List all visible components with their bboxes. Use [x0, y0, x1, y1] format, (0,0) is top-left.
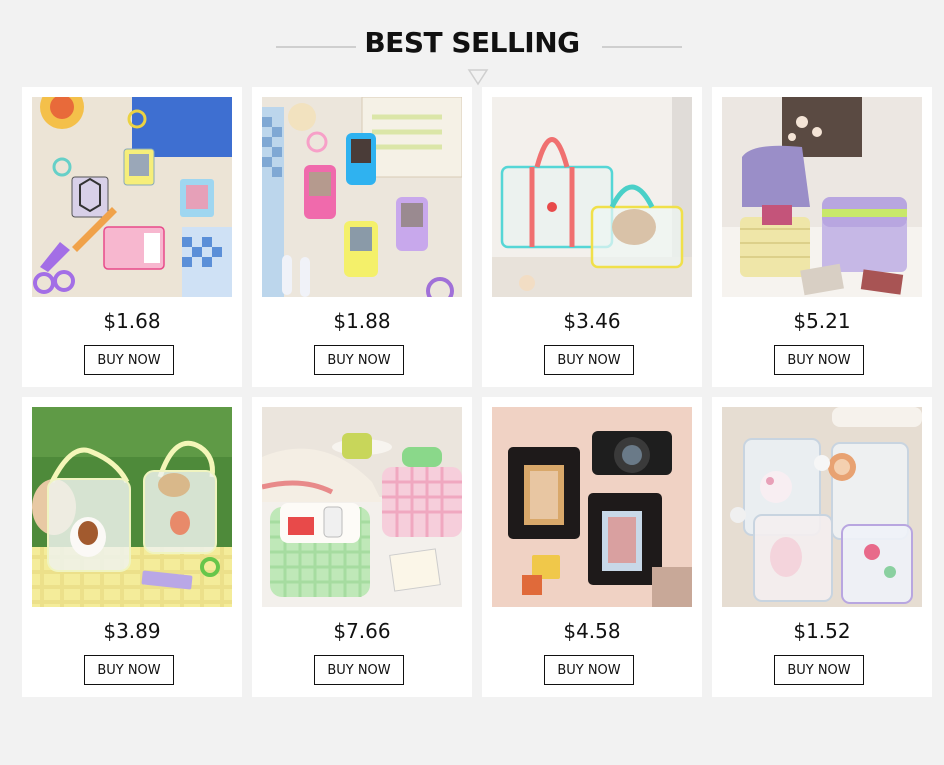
product-image[interactable] [722, 97, 922, 297]
product-card[interactable]: $4.58 BUY NOW [482, 397, 702, 697]
product-card[interactable]: $3.46 BUY NOW [482, 87, 702, 387]
triangle-down-icon [467, 69, 489, 86]
product-card[interactable]: $3.89 BUY NOW [22, 397, 242, 697]
product-image[interactable] [492, 97, 692, 297]
section-title: BEST SELLING [364, 26, 580, 59]
buy-now-button[interactable]: BUY NOW [314, 345, 404, 375]
product-price: $1.68 [103, 309, 161, 333]
product-card[interactable]: $7.66 BUY NOW [252, 397, 472, 697]
product-image[interactable] [32, 97, 232, 297]
buy-now-button[interactable]: BUY NOW [84, 345, 174, 375]
product-card[interactable]: $1.68 BUY NOW [22, 87, 242, 387]
buy-now-button[interactable]: BUY NOW [314, 655, 404, 685]
buy-now-button[interactable]: BUY NOW [544, 655, 634, 685]
buy-now-button[interactable]: BUY NOW [84, 655, 174, 685]
product-card[interactable]: $5.21 BUY NOW [712, 87, 932, 387]
product-image[interactable] [262, 407, 462, 607]
product-image[interactable] [262, 97, 462, 297]
buy-now-button[interactable]: BUY NOW [774, 345, 864, 375]
product-card[interactable]: $1.88 BUY NOW [252, 87, 472, 387]
product-image[interactable] [722, 407, 922, 607]
product-price: $3.89 [103, 619, 161, 643]
product-price: $7.66 [333, 619, 391, 643]
buy-now-button[interactable]: BUY NOW [774, 655, 864, 685]
product-price: $1.88 [333, 309, 391, 333]
title-divider-right [602, 46, 682, 48]
product-price: $4.58 [563, 619, 621, 643]
product-card[interactable]: $1.52 BUY NOW [712, 397, 932, 697]
product-image[interactable] [492, 407, 692, 607]
buy-now-button[interactable]: BUY NOW [544, 345, 634, 375]
section-header: BEST SELLING [0, 0, 944, 90]
product-price: $1.52 [793, 619, 851, 643]
product-price: $3.46 [563, 309, 621, 333]
product-image[interactable] [32, 407, 232, 607]
product-price: $5.21 [793, 309, 851, 333]
